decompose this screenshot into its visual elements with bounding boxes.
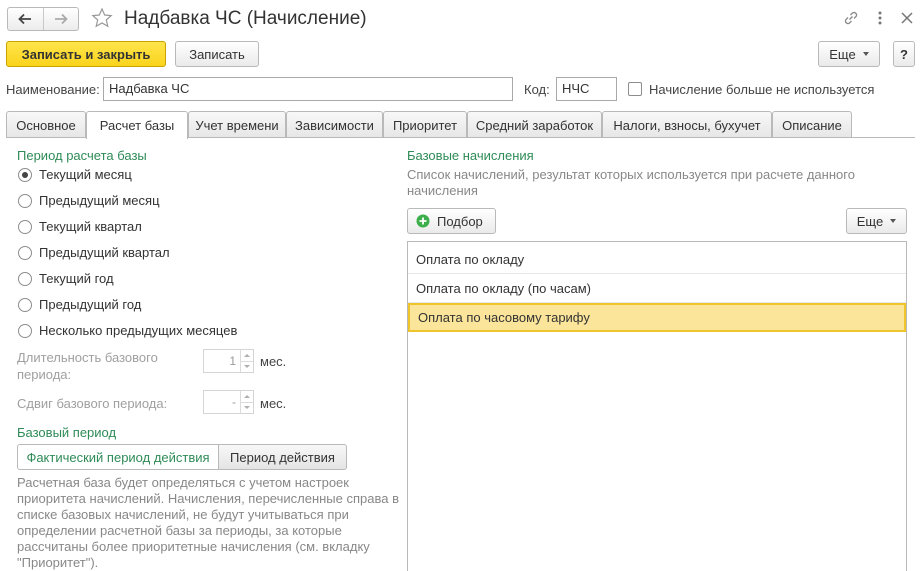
radio-label: Несколько предыдущих месяцев (39, 323, 238, 338)
unused-checkbox[interactable] (628, 82, 642, 96)
tab-average-earnings[interactable]: Средний заработок (467, 111, 602, 138)
page-title: Надбавка ЧС (Начисление) (124, 8, 367, 29)
radio-current-month[interactable]: Текущий месяц (18, 167, 132, 182)
base-accruals-list: Оплата по окладу Оплата по окладу (по ча… (407, 241, 907, 571)
back-button[interactable] (8, 8, 43, 30)
period-section-title: Период расчета базы (17, 148, 147, 163)
shift-stepper[interactable]: - (203, 390, 254, 414)
duration-label-cont: периода: (17, 367, 72, 382)
base-accruals-desc: Список начислений, результат которых исп… (407, 167, 855, 199)
arrow-left-icon (18, 13, 32, 25)
radio-icon (18, 297, 32, 312)
radio-current-year[interactable]: Текущий год (18, 271, 114, 286)
forward-button[interactable] (42, 8, 79, 30)
radio-previous-month[interactable]: Предыдущий месяц (18, 193, 160, 208)
tab-taxes[interactable]: Налоги, взносы, бухучет (602, 111, 772, 138)
desc-line: начисления (407, 183, 478, 198)
note-line: Расчетная база будет определяться с учет… (17, 475, 349, 490)
radio-icon (18, 245, 32, 260)
radio-selected-icon (18, 167, 32, 182)
base-period-switch: Фактический период действия Период дейст… (17, 444, 347, 470)
radio-several-months[interactable]: Несколько предыдущих месяцев (18, 323, 237, 338)
list-item-selected[interactable]: Оплата по часовому тарифу (408, 303, 906, 332)
arrow-right-icon (54, 13, 68, 25)
list-item[interactable]: Оплата по окладу (408, 245, 906, 274)
base-period-title: Базовый период (17, 425, 117, 440)
action-period-button[interactable]: Период действия (219, 444, 347, 470)
radio-previous-quarter[interactable]: Предыдущий квартал (18, 245, 170, 260)
shift-label: Сдвиг базового периода: (17, 396, 168, 411)
navigation-buttons (7, 7, 79, 31)
note-line: рассчитаны более приоритетные начисления… (17, 539, 370, 554)
save-and-close-button[interactable]: Записать и закрыть (6, 41, 166, 67)
desc-line: Список начислений, результат которых исп… (407, 167, 855, 182)
note-line: приоритета начислений. Начисления, переч… (17, 491, 399, 506)
stepper-down-icon[interactable] (241, 360, 253, 373)
more-actions-button[interactable]: Еще (818, 41, 880, 67)
radio-icon (18, 219, 32, 234)
duration-unit: мес. (260, 354, 287, 369)
stepper-down-icon[interactable] (241, 401, 253, 414)
tab-dependencies[interactable]: Зависимости (286, 111, 383, 138)
close-icon[interactable] (899, 9, 915, 27)
list-more-label: Еще (856, 213, 884, 229)
more-vertical-icon[interactable] (873, 9, 887, 27)
radio-icon (18, 271, 32, 286)
tab-description[interactable]: Описание (772, 111, 852, 138)
add-circle-icon (416, 214, 430, 228)
list-more-button[interactable]: Еще (846, 208, 907, 234)
shift-value: - (232, 395, 236, 409)
link-icon[interactable] (842, 9, 860, 27)
list-item[interactable]: Оплата по окладу (по часам) (408, 274, 906, 303)
note-line: "Приоритет"). (17, 555, 99, 570)
favorite-star-icon[interactable] (91, 7, 113, 31)
tab-time-tracking[interactable]: Учет времени (188, 111, 286, 138)
radio-label: Предыдущий месяц (39, 193, 160, 208)
radio-icon (18, 323, 32, 338)
name-field[interactable]: Надбавка ЧС (103, 77, 513, 101)
duration-value: 1 (229, 354, 236, 368)
chevron-down-icon (890, 219, 897, 223)
radio-previous-year[interactable]: Предыдущий год (18, 297, 141, 312)
actual-period-button[interactable]: Фактический период действия (17, 444, 219, 470)
radio-label: Предыдущий год (39, 297, 142, 312)
note-line: определении расчетной базы за периоды, з… (17, 523, 342, 538)
tab-priority[interactable]: Приоритет (383, 111, 467, 138)
shift-unit: мес. (260, 396, 287, 411)
stepper-up-icon[interactable] (241, 391, 253, 402)
radio-label: Текущий месяц (39, 167, 132, 182)
duration-label: Длительность базового (17, 350, 158, 365)
radio-current-quarter[interactable]: Текущий квартал (18, 219, 142, 234)
help-icon: ? (900, 46, 908, 62)
pick-label: Подбор (437, 213, 483, 229)
code-field[interactable]: НЧС (556, 77, 617, 101)
chevron-down-icon (862, 52, 869, 56)
more-actions-label: Еще (829, 46, 856, 62)
code-label: Код: (524, 82, 550, 97)
duration-stepper[interactable]: 1 (203, 349, 254, 373)
name-label: Наименование: (6, 82, 100, 97)
radio-label: Предыдущий квартал (39, 245, 170, 260)
base-accruals-title: Базовые начисления (407, 148, 534, 163)
stepper-up-icon[interactable] (241, 350, 253, 361)
base-period-note: Расчетная база будет определяться с учет… (17, 475, 399, 571)
help-button[interactable]: ? (893, 41, 915, 67)
radio-icon (18, 193, 32, 208)
radio-label: Текущий год (39, 271, 114, 286)
unused-label: Начисление больше не используется (649, 82, 875, 97)
tab-main[interactable]: Основное (6, 111, 86, 138)
tab-base-calc[interactable]: Расчет базы (86, 111, 188, 139)
pick-button[interactable]: Подбор (407, 208, 496, 234)
save-button[interactable]: Записать (175, 41, 259, 67)
note-line: списке базовых начислений, не будут учит… (17, 507, 349, 522)
radio-label: Текущий квартал (39, 219, 142, 234)
